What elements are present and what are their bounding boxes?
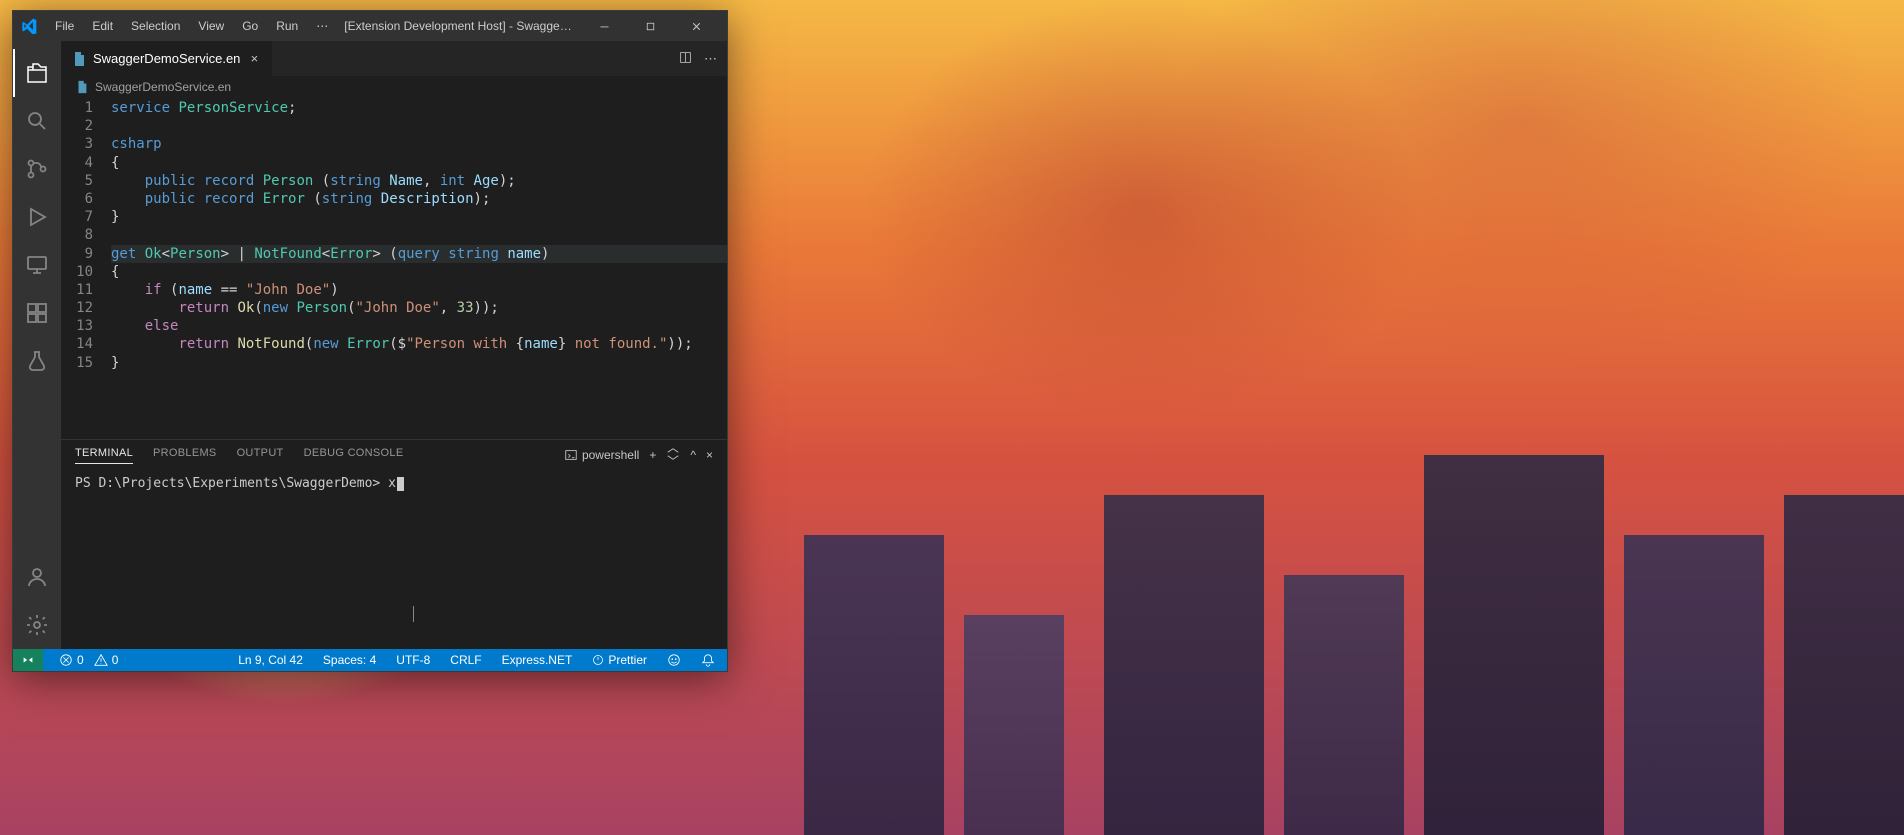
file-icon [71, 51, 87, 67]
activity-explorer-icon[interactable] [13, 49, 61, 97]
remote-button[interactable] [13, 649, 43, 671]
editor-tabs: SwaggerDemoService.en × ⋯ [61, 41, 727, 76]
status-feedback-icon[interactable] [663, 653, 685, 667]
activity-extensions-icon[interactable] [13, 289, 61, 337]
status-cursor-position[interactable]: Ln 9, Col 42 [234, 653, 307, 667]
breadcrumb[interactable]: SwaggerDemoService.en [61, 76, 727, 98]
menu-go[interactable]: Go [234, 15, 266, 37]
tab-close-icon[interactable]: × [246, 51, 262, 67]
activity-run-debug-icon[interactable] [13, 193, 61, 241]
menu-run[interactable]: Run [268, 15, 306, 37]
more-actions-icon[interactable]: ⋯ [704, 51, 717, 67]
status-errors[interactable]: 0 0 [55, 653, 122, 667]
status-indentation[interactable]: Spaces: 4 [319, 653, 380, 667]
menu-more[interactable]: ⋯ [308, 15, 336, 37]
terminal-shell-icon[interactable]: powershell [564, 448, 639, 462]
activity-search-icon[interactable] [13, 97, 61, 145]
file-icon [75, 80, 89, 94]
menu-view[interactable]: View [190, 15, 232, 37]
vscode-window: File Edit Selection View Go Run ⋯ [Exten… [12, 10, 728, 672]
menu-selection[interactable]: Selection [123, 15, 188, 37]
terminal-prompt: PS D:\Projects\Experiments\SwaggerDemo> [75, 476, 388, 491]
titlebar[interactable]: File Edit Selection View Go Run ⋯ [Exten… [13, 11, 727, 41]
panel: TERMINAL PROBLEMS OUTPUT DEBUG CONSOLE p… [61, 439, 727, 649]
menu-edit[interactable]: Edit [84, 15, 121, 37]
activity-account-icon[interactable] [13, 553, 61, 601]
status-language[interactable]: Express.NET [498, 653, 577, 667]
panel-tab-debug-console[interactable]: DEBUG CONSOLE [304, 447, 404, 464]
wallpaper-buildings [704, 435, 1904, 835]
status-bar: 0 0 Ln 9, Col 42 Spaces: 4 UTF-8 CRLF Ex… [13, 649, 727, 671]
activity-remote-icon[interactable] [13, 241, 61, 289]
activity-bar [13, 41, 61, 649]
split-editor-icon[interactable] [679, 51, 692, 67]
maximize-panel-icon[interactable]: ^ [690, 448, 696, 462]
new-terminal-icon[interactable]: + [649, 448, 656, 462]
breadcrumb-file: SwaggerDemoService.en [95, 80, 231, 94]
menu-file[interactable]: File [47, 15, 82, 37]
terminal[interactable]: PS D:\Projects\Experiments\SwaggerDemo> … [61, 470, 727, 649]
code-content[interactable]: service PersonService; csharp { public r… [111, 98, 727, 439]
panel-tabs: TERMINAL PROBLEMS OUTPUT DEBUG CONSOLE p… [61, 440, 727, 470]
tab-file[interactable]: SwaggerDemoService.en × [61, 41, 273, 76]
panel-tab-terminal[interactable]: TERMINAL [75, 447, 133, 464]
close-panel-icon[interactable]: × [706, 448, 713, 462]
code-editor[interactable]: 1 2 3 4 5 6 7 8 9 10 11 12 13 14 15 serv… [61, 98, 727, 439]
activity-source-control-icon[interactable] [13, 145, 61, 193]
activity-testing-icon[interactable] [13, 337, 61, 385]
panel-tab-output[interactable]: OUTPUT [237, 447, 284, 464]
menu-bar: File Edit Selection View Go Run ⋯ [47, 15, 336, 37]
split-terminal-icon[interactable] [666, 447, 680, 464]
status-eol[interactable]: CRLF [446, 653, 485, 667]
window-title: [Extension Development Host] - SwaggerDe… [336, 19, 581, 33]
minimize-button[interactable] [581, 11, 627, 41]
vscode-logo-icon [21, 18, 37, 34]
line-number-gutter: 1 2 3 4 5 6 7 8 9 10 11 12 13 14 15 [61, 98, 111, 439]
panel-tab-problems[interactable]: PROBLEMS [153, 447, 217, 464]
editor-scrollbar[interactable] [713, 98, 727, 439]
text-cursor-icon [413, 606, 414, 622]
maximize-button[interactable] [627, 11, 673, 41]
terminal-cursor [397, 477, 404, 491]
status-encoding[interactable]: UTF-8 [392, 653, 434, 667]
status-prettier[interactable]: Prettier [588, 653, 651, 667]
activity-settings-icon[interactable] [13, 601, 61, 649]
status-bell-icon[interactable] [697, 653, 719, 667]
terminal-input: x [388, 476, 396, 491]
close-button[interactable] [673, 11, 719, 41]
tab-label: SwaggerDemoService.en [93, 51, 240, 66]
